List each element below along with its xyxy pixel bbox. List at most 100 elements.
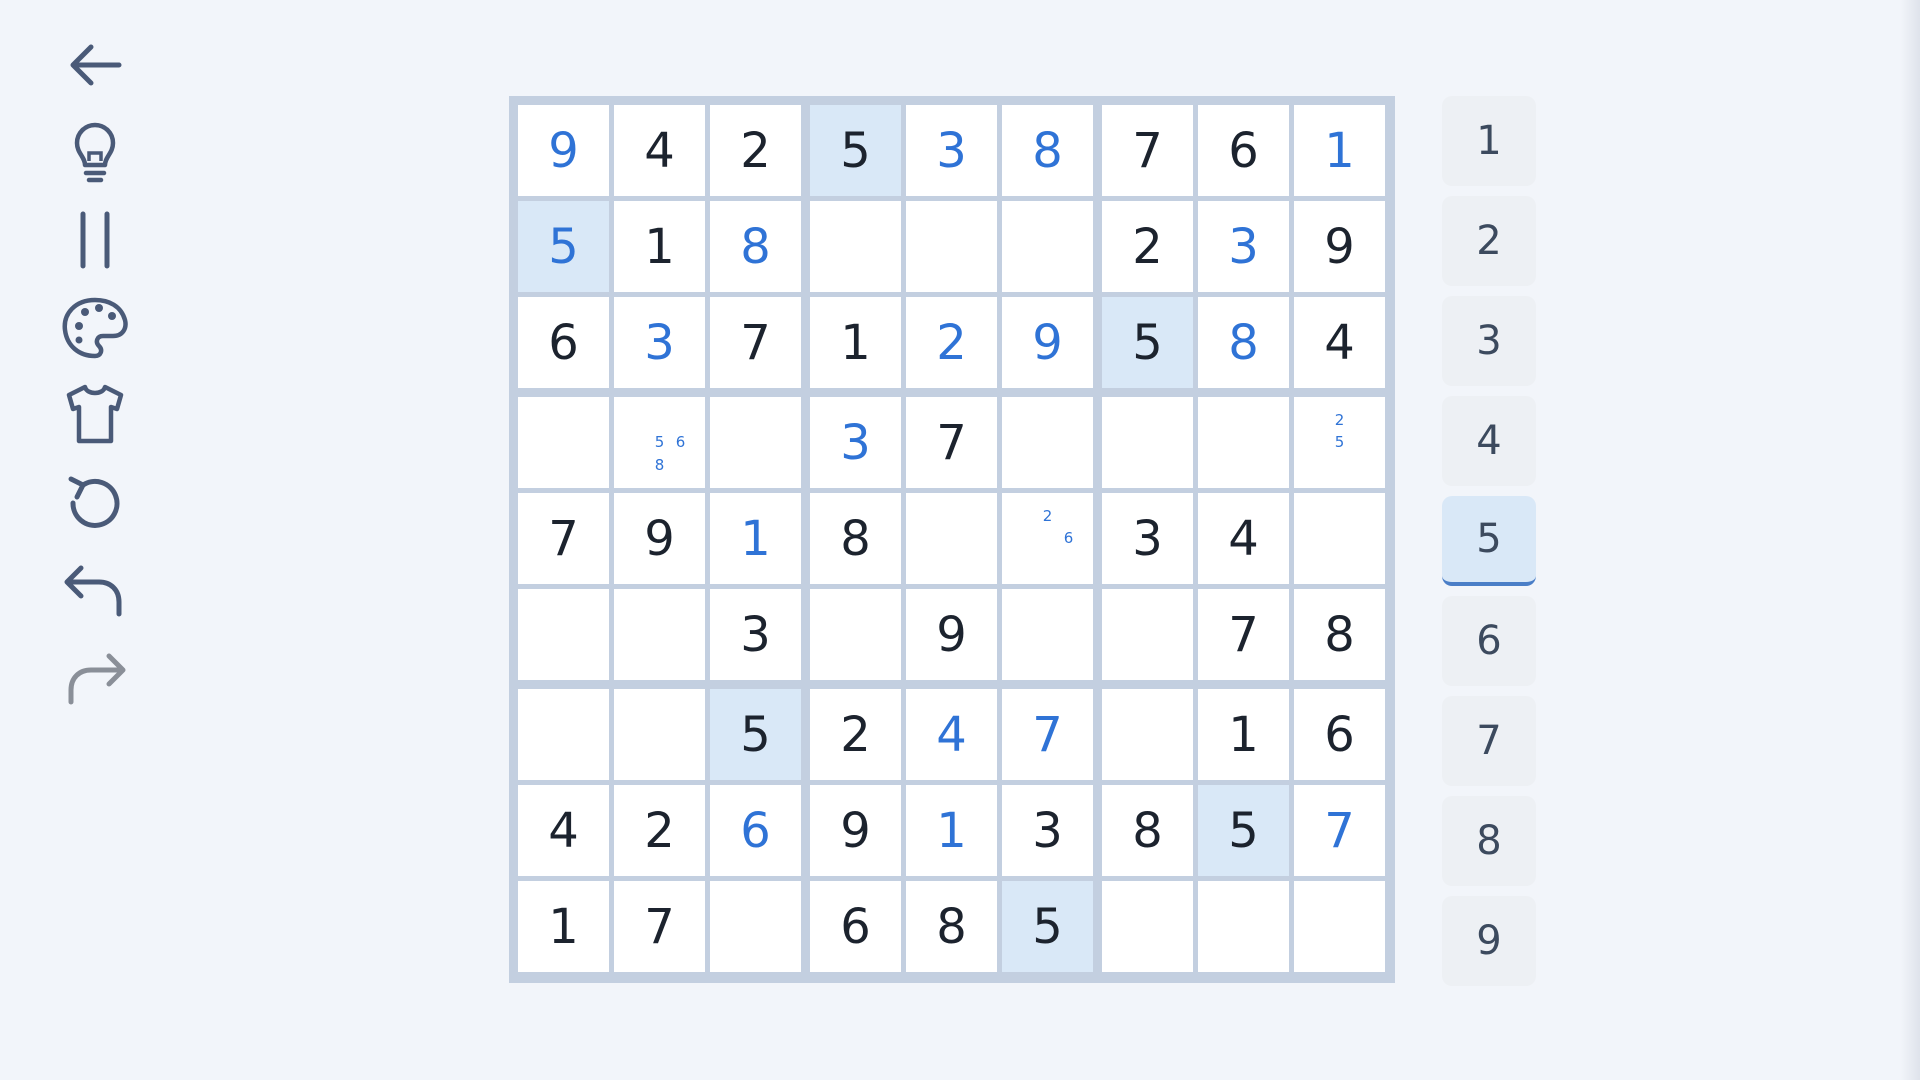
- sudoku-cell[interactable]: 1: [1198, 689, 1289, 780]
- number-button-6[interactable]: 6: [1442, 596, 1536, 686]
- sudoku-cell[interactable]: 7: [1198, 589, 1289, 680]
- sudoku-cell[interactable]: 7: [1002, 689, 1093, 780]
- sudoku-cell[interactable]: 3: [810, 397, 901, 488]
- sudoku-cell[interactable]: 3: [710, 589, 801, 680]
- skin-button[interactable]: [55, 380, 135, 450]
- undo-button[interactable]: [55, 555, 135, 625]
- sudoku-cell[interactable]: [1002, 201, 1093, 292]
- sudoku-cell[interactable]: [1294, 881, 1385, 972]
- sudoku-cell[interactable]: [1198, 881, 1289, 972]
- sudoku-cell[interactable]: [1102, 881, 1193, 972]
- sudoku-cell[interactable]: 9: [1002, 297, 1093, 388]
- sudoku-cell[interactable]: 7: [518, 493, 609, 584]
- sudoku-cell[interactable]: 5: [1002, 881, 1093, 972]
- sudoku-cell[interactable]: 5: [1198, 785, 1289, 876]
- number-button-1[interactable]: 1: [1442, 96, 1536, 186]
- sudoku-cell[interactable]: 3: [906, 105, 997, 196]
- sudoku-cell[interactable]: 26: [1002, 493, 1093, 584]
- sudoku-cell[interactable]: 7: [906, 397, 997, 488]
- number-button-8[interactable]: 8: [1442, 796, 1536, 886]
- sudoku-cell[interactable]: 8: [1102, 785, 1193, 876]
- sudoku-cell[interactable]: 6: [710, 785, 801, 876]
- sudoku-cell[interactable]: 9: [1294, 201, 1385, 292]
- sudoku-cell[interactable]: 8: [1002, 105, 1093, 196]
- sudoku-cell[interactable]: 2: [1102, 201, 1193, 292]
- sudoku-cell[interactable]: 2: [614, 785, 705, 876]
- sudoku-cell[interactable]: 4: [518, 785, 609, 876]
- sudoku-cell[interactable]: [1102, 397, 1193, 488]
- sudoku-cell[interactable]: [710, 397, 801, 488]
- hint-button[interactable]: [55, 118, 135, 188]
- restart-button[interactable]: [55, 468, 135, 538]
- sudoku-cell[interactable]: 6: [518, 297, 609, 388]
- sudoku-cell[interactable]: 6: [1198, 105, 1289, 196]
- number-button-5[interactable]: 5: [1442, 496, 1536, 586]
- sudoku-cell[interactable]: 5: [810, 105, 901, 196]
- sudoku-cell[interactable]: [1294, 493, 1385, 584]
- sudoku-cell[interactable]: [1002, 397, 1093, 488]
- sudoku-cell[interactable]: 4: [906, 689, 997, 780]
- sudoku-cell[interactable]: [518, 689, 609, 780]
- sudoku-cell[interactable]: [906, 201, 997, 292]
- sudoku-cell[interactable]: 5: [518, 201, 609, 292]
- sudoku-cell[interactable]: 8: [810, 493, 901, 584]
- sudoku-cell[interactable]: 9: [810, 785, 901, 876]
- undo-icon: [64, 565, 122, 617]
- sudoku-cell[interactable]: 7: [1102, 105, 1193, 196]
- number-button-3[interactable]: 3: [1442, 296, 1536, 386]
- sudoku-cell[interactable]: 3: [614, 297, 705, 388]
- sudoku-cell[interactable]: 25: [1294, 397, 1385, 488]
- sudoku-cell[interactable]: [1102, 589, 1193, 680]
- sudoku-cell[interactable]: [710, 881, 801, 972]
- theme-button[interactable]: [55, 293, 135, 363]
- sudoku-cell[interactable]: 8: [710, 201, 801, 292]
- sudoku-cell[interactable]: 9: [614, 493, 705, 584]
- back-button[interactable]: [55, 30, 135, 100]
- pause-button[interactable]: [55, 205, 135, 275]
- sudoku-cell[interactable]: [614, 589, 705, 680]
- sudoku-cell[interactable]: 7: [614, 881, 705, 972]
- sudoku-cell[interactable]: 3: [1198, 201, 1289, 292]
- sudoku-cell[interactable]: 4: [1294, 297, 1385, 388]
- sudoku-cell[interactable]: [810, 201, 901, 292]
- number-button-9[interactable]: 9: [1442, 896, 1536, 986]
- sudoku-cell[interactable]: [614, 689, 705, 780]
- redo-button[interactable]: [55, 643, 135, 713]
- sudoku-cell[interactable]: 4: [1198, 493, 1289, 584]
- sudoku-cell[interactable]: 3: [1102, 493, 1193, 584]
- sudoku-cell[interactable]: 2: [906, 297, 997, 388]
- sudoku-cell[interactable]: 8: [1294, 589, 1385, 680]
- sudoku-cell[interactable]: 7: [1294, 785, 1385, 876]
- sudoku-cell[interactable]: 4: [614, 105, 705, 196]
- number-button-2[interactable]: 2: [1442, 196, 1536, 286]
- sudoku-cell[interactable]: 1: [518, 881, 609, 972]
- sudoku-cell[interactable]: 5: [1102, 297, 1193, 388]
- number-button-4[interactable]: 4: [1442, 396, 1536, 486]
- sudoku-cell[interactable]: 1: [906, 785, 997, 876]
- sudoku-cell[interactable]: 9: [906, 589, 997, 680]
- sudoku-cell[interactable]: [518, 589, 609, 680]
- sudoku-cell[interactable]: 6: [1294, 689, 1385, 780]
- pencil-notes: 25: [1294, 397, 1385, 488]
- sudoku-cell[interactable]: 568: [614, 397, 705, 488]
- sudoku-cell[interactable]: [810, 589, 901, 680]
- sudoku-cell[interactable]: 7: [710, 297, 801, 388]
- sudoku-cell[interactable]: 1: [1294, 105, 1385, 196]
- sudoku-cell[interactable]: 3: [1002, 785, 1093, 876]
- sudoku-cell[interactable]: 2: [810, 689, 901, 780]
- sudoku-cell[interactable]: 1: [710, 493, 801, 584]
- sudoku-cell[interactable]: 8: [906, 881, 997, 972]
- sudoku-cell[interactable]: [518, 397, 609, 488]
- number-button-7[interactable]: 7: [1442, 696, 1536, 786]
- sudoku-cell[interactable]: 5: [710, 689, 801, 780]
- sudoku-cell[interactable]: [1198, 397, 1289, 488]
- sudoku-cell[interactable]: 2: [710, 105, 801, 196]
- sudoku-cell[interactable]: [1102, 689, 1193, 780]
- sudoku-cell[interactable]: 1: [810, 297, 901, 388]
- sudoku-cell[interactable]: [1002, 589, 1093, 680]
- sudoku-cell[interactable]: 6: [810, 881, 901, 972]
- sudoku-cell[interactable]: 8: [1198, 297, 1289, 388]
- sudoku-cell[interactable]: 9: [518, 105, 609, 196]
- sudoku-cell[interactable]: [906, 493, 997, 584]
- sudoku-cell[interactable]: 1: [614, 201, 705, 292]
